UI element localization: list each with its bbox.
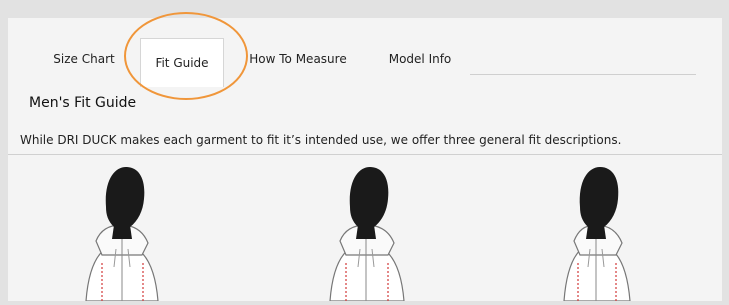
hooded-jacket-figure-icon	[292, 155, 442, 302]
page-title: Men's Fit Guide	[29, 95, 137, 111]
hooded-jacket-figure-icon	[522, 155, 672, 302]
hooded-jacket-figure-icon	[46, 155, 196, 302]
tab-how-to-measure[interactable]: How To Measure	[236, 38, 360, 80]
tab-model-info[interactable]: Model Info	[374, 38, 466, 80]
fit-description: While DRI DUCK makes each garment to fit…	[20, 133, 622, 147]
tab-underline	[470, 74, 696, 75]
tab-size-chart[interactable]: Size Chart	[34, 38, 134, 80]
tab-fit-guide[interactable]: Fit Guide	[140, 38, 224, 87]
figures-area	[8, 155, 722, 302]
